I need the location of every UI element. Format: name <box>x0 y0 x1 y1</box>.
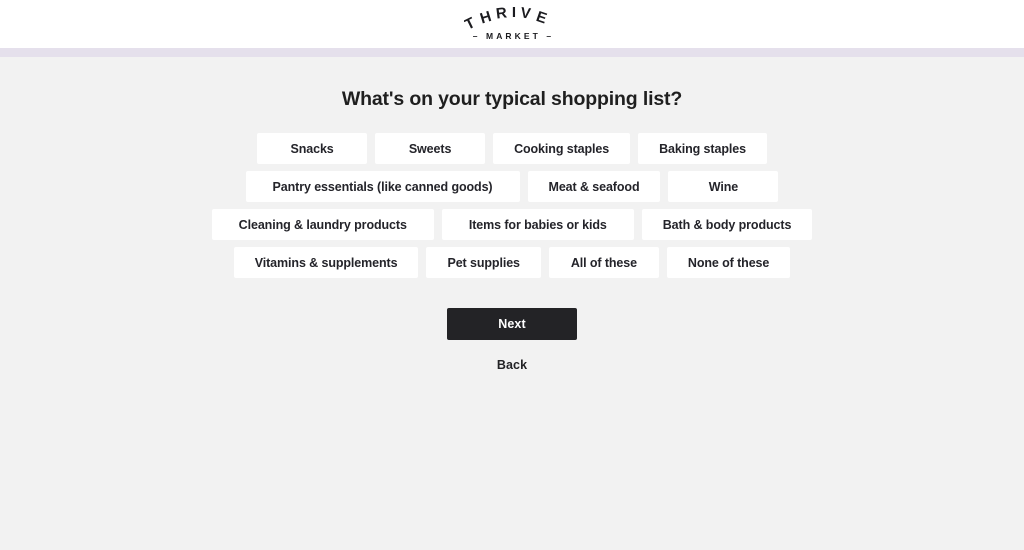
svg-text:R: R <box>495 7 508 23</box>
thrive-market-logo[interactable]: T H R I V E – MARKET – <box>464 7 560 41</box>
option-chip[interactable]: Wine <box>668 171 779 202</box>
progress-bar <box>0 48 1024 57</box>
option-chip[interactable]: Items for babies or kids <box>441 209 634 240</box>
option-chip[interactable]: Bath & body products <box>641 209 813 240</box>
option-chip[interactable]: Cleaning & laundry products <box>211 209 434 240</box>
back-button[interactable]: Back <box>497 358 527 372</box>
option-chip[interactable]: All of these <box>548 247 659 278</box>
option-chip[interactable]: None of these <box>666 247 791 278</box>
option-chip[interactable]: Cooking staples <box>493 133 631 164</box>
option-chip[interactable]: Pet supplies <box>426 247 541 278</box>
onboarding-page: What's on your typical shopping list? Sn… <box>0 57 1024 372</box>
option-chip[interactable]: Vitamins & supplements <box>233 247 419 278</box>
page-title: What's on your typical shopping list? <box>341 88 683 110</box>
option-chip[interactable]: Sweets <box>375 133 486 164</box>
form-actions: Next Back <box>0 308 1024 372</box>
option-chip[interactable]: Pantry essentials (like canned goods) <box>245 171 520 202</box>
svg-text:V: V <box>519 7 531 23</box>
option-chip[interactable]: Meat & seafood <box>527 171 661 202</box>
logo-arc-text: T H R I V E <box>464 7 549 32</box>
svg-text:I: I <box>512 7 516 21</box>
next-button[interactable]: Next <box>447 308 577 340</box>
logo-market-text: – MARKET – <box>472 31 555 42</box>
option-chip[interactable]: Snacks <box>257 133 368 164</box>
svg-text:E: E <box>534 8 549 27</box>
svg-text:H: H <box>478 8 493 27</box>
shopping-list-options: Snacks Sweets Cooking staples Baking staple… <box>140 133 884 278</box>
svg-text:T: T <box>464 15 478 32</box>
option-chip[interactable]: Baking staples <box>638 133 767 164</box>
site-header: T H R I V E – MARKET – <box>0 0 1024 48</box>
